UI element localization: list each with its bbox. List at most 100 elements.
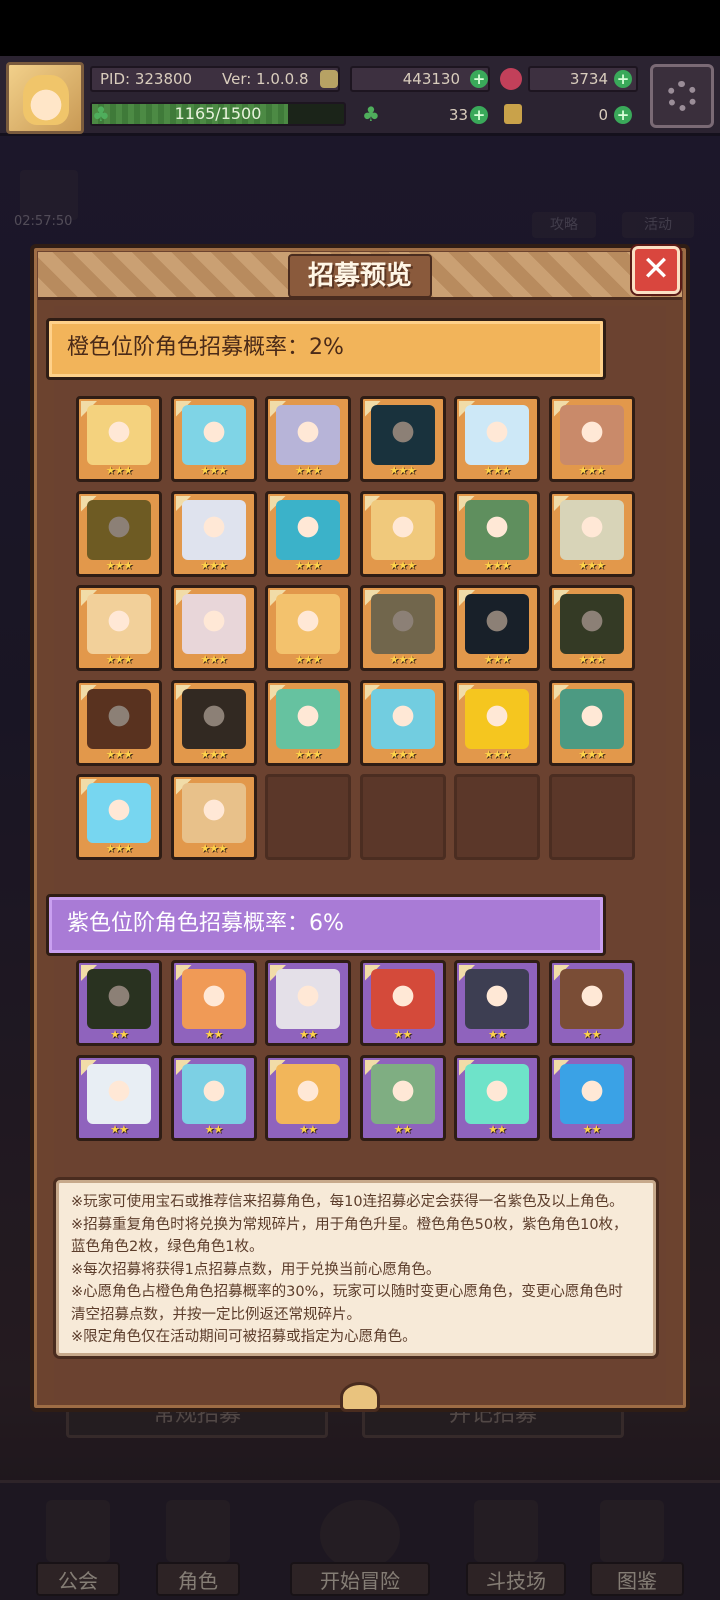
star-rating: ★★★: [294, 653, 323, 666]
character-slot[interactable]: ★★★: [359, 396, 446, 482]
character-slot[interactable]: ★★: [265, 960, 351, 1046]
character-slot[interactable]: ★★★: [454, 396, 540, 482]
character-slot[interactable]: ★★: [359, 960, 446, 1046]
character-slot[interactable]: ★★★: [76, 774, 162, 860]
character-slot[interactable]: ★★: [170, 1054, 257, 1141]
character-portrait: [370, 969, 435, 1029]
add-clover-icon[interactable]: +: [470, 106, 488, 124]
star-rating: ★★★: [578, 653, 606, 666]
character-slot[interactable]: ★★★: [76, 490, 162, 577]
character-slot[interactable]: ★★: [454, 1054, 540, 1141]
settings-button[interactable]: [650, 64, 714, 128]
character-slot[interactable]: ★★★: [265, 396, 351, 482]
character-portrait: [181, 688, 246, 749]
character-slot[interactable]: ★★: [265, 1054, 351, 1141]
character-slot[interactable]: ★★★: [359, 585, 446, 671]
add-key-icon[interactable]: +: [614, 106, 632, 124]
star-rating: ★★★: [294, 747, 323, 761]
character-slot[interactable]: ★★★: [76, 679, 162, 766]
character-portrait: [276, 969, 340, 1029]
character-slot[interactable]: ★★: [359, 1054, 446, 1141]
character-portrait: [181, 405, 246, 465]
gems-value: 3734: [569, 70, 608, 88]
character-slot[interactable]: ★★★: [170, 774, 257, 860]
character-slot[interactable]: ★★★: [548, 585, 635, 671]
note-line: ※限定角色仅在活动期间可被招募或指定为心愿角色。: [71, 1329, 417, 1345]
character-portrait: [559, 499, 624, 560]
character-portrait: [87, 499, 151, 560]
gold-value: 443130: [402, 70, 460, 88]
gem-icon: [500, 68, 522, 90]
star-rating: ★★: [299, 1122, 318, 1136]
character-slot[interactable]: ★★★: [454, 585, 540, 671]
star-rating: ★★: [204, 1028, 224, 1041]
note-line: 清空招募点数，并按一定比例返还常规碎片。: [71, 1306, 361, 1323]
character-slot[interactable]: ★★★: [265, 490, 351, 577]
character-slot[interactable]: ★★: [170, 960, 257, 1046]
star-rating: ★★★: [483, 653, 512, 666]
character-slot[interactable]: ★★: [76, 1054, 162, 1141]
character-portrait: [370, 1063, 435, 1124]
gold-box: 443130: [350, 66, 490, 92]
star-rating: ★★★: [578, 558, 606, 572]
player-avatar[interactable]: [6, 62, 84, 134]
star-rating: ★★★: [200, 842, 228, 855]
character-slot[interactable]: ★★★: [170, 585, 257, 671]
star-rating: ★★★: [200, 464, 228, 477]
character-portrait: [87, 969, 151, 1029]
star-rating: ★★★: [105, 747, 134, 761]
note-line: ※每次招募将获得1点招募点数，用于兑换当前心愿角色。: [71, 1261, 441, 1278]
add-gold-icon[interactable]: +: [470, 70, 488, 88]
coin-icon: [320, 70, 338, 88]
character-slot[interactable]: ★★★: [76, 585, 162, 671]
character-slot[interactable]: ★★★: [359, 490, 446, 577]
empty-slot: [454, 774, 540, 860]
character-slot[interactable]: ★★★: [454, 490, 540, 577]
add-gems-icon[interactable]: +: [614, 70, 632, 88]
character-slot[interactable]: ★★★: [548, 490, 635, 577]
note-line: 蓝色角色2枚，绿色角色1枚。: [71, 1239, 264, 1255]
character-portrait: [276, 1063, 340, 1124]
modal-header: 招募预览: [38, 252, 682, 300]
star-rating: ★★: [488, 1028, 507, 1041]
exp-bar: 1165/1500: [90, 102, 346, 126]
close-button[interactable]: ✕: [632, 246, 680, 294]
character-slot[interactable]: ★★★: [76, 396, 162, 482]
empty-slot: [265, 774, 351, 860]
star-rating: ★★★: [389, 653, 417, 666]
star-rating: ★★★: [483, 558, 512, 572]
key-icon: [504, 104, 522, 124]
character-slot[interactable]: ★★★: [265, 585, 351, 671]
character-portrait: [276, 405, 340, 465]
character-portrait: [87, 783, 151, 843]
character-portrait: [181, 783, 246, 843]
character-portrait: [465, 594, 529, 654]
character-slot[interactable]: ★★★: [170, 396, 257, 482]
character-portrait: [465, 405, 529, 465]
character-slot[interactable]: ★★★: [548, 396, 635, 482]
star-rating: ★★★: [389, 747, 417, 761]
note-line: ※玩家可使用宝石或推荐信来招募角色，每10连招募必定会获得一名紫色及以上角色。: [71, 1194, 624, 1210]
character-slot[interactable]: ★★: [548, 960, 635, 1046]
character-slot[interactable]: ★★★: [454, 679, 540, 766]
character-slot[interactable]: ★★: [454, 960, 540, 1046]
star-rating: ★★: [582, 1028, 602, 1041]
character-slot[interactable]: ★★: [76, 960, 162, 1046]
orange-tier-banner: 橙色位阶角色招募概率：2%: [46, 318, 606, 380]
modal-title: 招募预览: [307, 261, 412, 291]
character-slot[interactable]: ★★★: [170, 679, 257, 766]
heart-clasp-icon: [340, 1382, 380, 1412]
character-slot[interactable]: ★★★: [359, 679, 446, 766]
character-portrait: [559, 969, 624, 1029]
character-slot[interactable]: ★★★: [170, 490, 257, 577]
recruit-rules-notes: ※玩家可使用宝石或推荐信来招募角色，每10连招募必定会获得一名紫色及以上角色。 …: [56, 1180, 656, 1356]
character-portrait: [276, 499, 340, 560]
character-portrait: [87, 1063, 151, 1124]
character-slot[interactable]: ★★: [548, 1054, 635, 1141]
star-rating: ★★★: [105, 842, 134, 855]
star-rating: ★★★: [200, 747, 228, 761]
character-slot[interactable]: ★★★: [548, 679, 635, 766]
star-rating: ★★★: [389, 558, 417, 572]
system-status-bar: [0, 0, 720, 56]
character-slot[interactable]: ★★★: [265, 679, 351, 766]
